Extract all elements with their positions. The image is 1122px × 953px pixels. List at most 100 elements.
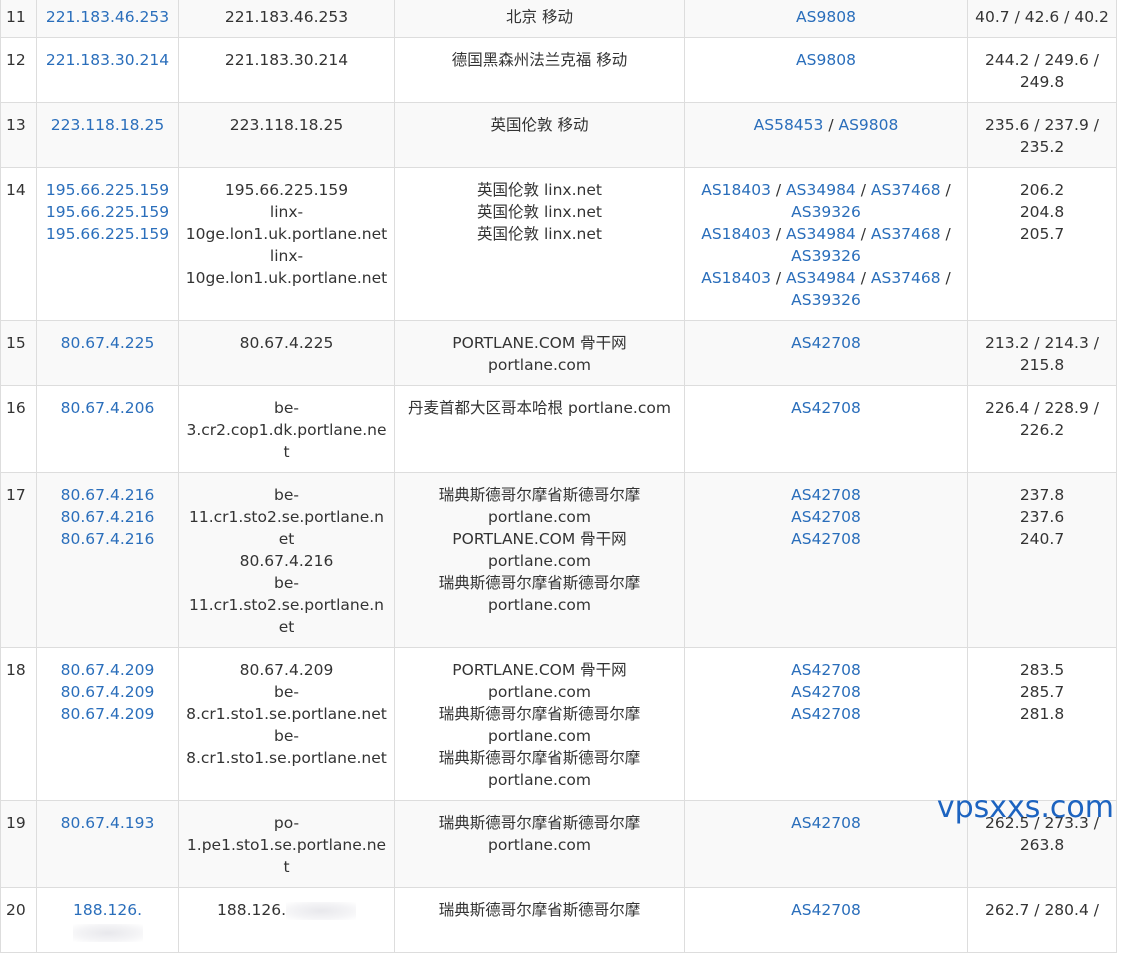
asn-separator: / <box>770 269 787 287</box>
latency-text: 281.8 <box>1019 705 1065 723</box>
location-cell: 德国黑森州法兰克福 移动 <box>394 37 685 103</box>
ip-link[interactable]: 195.66.225.159 <box>43 201 172 223</box>
ip-link[interactable]: 80.67.4.209 <box>43 681 172 703</box>
asn-group: AS42708 <box>691 528 961 550</box>
asn-cell: AS42708 <box>684 320 968 386</box>
ip-link[interactable]: 221.183.46.253 <box>43 6 172 28</box>
latency-cell: 244.2 / 249.6 / 249.8 <box>967 37 1117 103</box>
asn-link[interactable]: AS18403 <box>701 181 771 199</box>
hop-number-cell: 14 <box>0 167 37 321</box>
asn-link[interactable]: AS42708 <box>791 399 861 417</box>
ip-cell: 195.66.225.159 195.66.225.159 195.66.225.1… <box>36 167 179 321</box>
asn-link[interactable]: AS9808 <box>838 116 898 134</box>
asn-link[interactable]: AS42708 <box>791 814 861 832</box>
location-text: 瑞典斯德哥尔摩省斯德哥尔摩 portlane.com <box>438 814 641 854</box>
asn-link[interactable]: AS42708 <box>791 508 861 526</box>
ip-link[interactable]: 80.67.4.225 <box>43 332 172 354</box>
asn-link[interactable]: AS37468 <box>871 269 941 287</box>
hop-number: 17 <box>6 486 26 504</box>
ip-link[interactable]: 80.67.4.216 <box>43 528 172 550</box>
asn-link[interactable]: AS18403 <box>701 225 771 243</box>
location-text: 瑞典斯德哥尔摩省斯德哥尔摩 portlane.com <box>438 749 641 789</box>
location-text: 丹麦首都大区哥本哈根 portlane.com <box>408 399 671 417</box>
asn-link[interactable]: AS39326 <box>791 203 861 221</box>
asn-group: AS42708 <box>691 332 961 354</box>
hostname-text: be-11.cr1.sto2.se.portlane.net <box>189 574 384 636</box>
hop-number-cell: 15 <box>0 320 37 386</box>
ip-cell: 223.118.18.25 <box>36 102 179 168</box>
hostname-cell: 223.118.18.25 <box>178 102 395 168</box>
latency-cell: 235.6 / 237.9 / 235.2 <box>967 102 1117 168</box>
location-cell: 瑞典斯德哥尔摩省斯德哥尔摩 portlane.com PORTLANE.COM 骨… <box>394 472 685 648</box>
location-text: 瑞典斯德哥尔摩省斯德哥尔摩 portlane.com <box>438 705 641 745</box>
asn-link[interactable]: AS42708 <box>791 683 861 701</box>
ip-link[interactable]: 80.67.4.209 <box>43 659 172 681</box>
asn-link[interactable]: AS34984 <box>786 269 856 287</box>
latency-text: 40.7 / 42.6 / 40.2 <box>975 8 1109 26</box>
hop-row: 20 188.126. 188.126. 瑞典斯德哥尔摩省斯德哥尔摩 AS42708 26… <box>0 887 1117 953</box>
latency-text: 226.4 / 228.9 / 226.2 <box>985 399 1099 439</box>
ip-link[interactable]: 80.67.4.209 <box>43 703 172 725</box>
ip-link[interactable]: 188.126. <box>73 901 142 919</box>
asn-group: AS42708 <box>691 812 961 834</box>
ip-cell: 80.67.4.216 80.67.4.216 80.67.4.216 <box>36 472 179 648</box>
hostname-cell: be-3.cr2.cop1.dk.portlane.net <box>178 385 395 473</box>
ip-link[interactable]: 221.183.30.214 <box>43 49 172 71</box>
asn-group: AS42708 <box>691 899 961 921</box>
ip-link[interactable]: 195.66.225.159 <box>43 179 172 201</box>
hop-row: 17 80.67.4.216 80.67.4.216 80.67.4.216 be-11… <box>0 472 1117 648</box>
asn-link[interactable]: AS42708 <box>791 705 861 723</box>
asn-link[interactable]: AS18403 <box>701 269 771 287</box>
asn-link[interactable]: AS34984 <box>786 181 856 199</box>
asn-group: AS42708 <box>691 659 961 681</box>
site-watermark: vpsxxs.com <box>936 790 1114 825</box>
hostname-text: be-8.cr1.sto1.se.portlane.net <box>186 727 387 767</box>
ip-cell: 80.67.4.209 80.67.4.209 80.67.4.209 <box>36 647 179 801</box>
asn-cell: AS18403 / AS34984 / AS37468 / AS39326 AS1… <box>684 167 968 321</box>
asn-link[interactable]: AS9808 <box>796 51 856 69</box>
ip-link[interactable]: 80.67.4.216 <box>43 484 172 506</box>
hop-number: 16 <box>6 399 26 417</box>
location-text: PORTLANE.COM 骨干网 portlane.com <box>452 334 627 374</box>
asn-link[interactable]: AS42708 <box>791 334 861 352</box>
asn-link[interactable]: AS39326 <box>791 247 861 265</box>
asn-link[interactable]: AS34984 <box>786 225 856 243</box>
hostname-text: linx-10ge.lon1.uk.portlane.net <box>185 203 388 243</box>
hostname-cell: 195.66.225.159 linx-10ge.lon1.uk.portlane… <box>178 167 395 321</box>
ip-link[interactable]: 80.67.4.216 <box>43 506 172 528</box>
asn-group: AS42708 <box>691 703 961 725</box>
asn-link[interactable]: AS58453 <box>754 116 824 134</box>
asn-cell: AS9808 <box>684 0 968 38</box>
asn-link[interactable]: AS42708 <box>791 661 861 679</box>
hop-number: 15 <box>6 334 26 352</box>
redaction-blur <box>72 923 143 942</box>
asn-link[interactable]: AS42708 <box>791 901 861 919</box>
hop-number-cell: 19 <box>0 800 37 888</box>
asn-cell: AS9808 <box>684 37 968 103</box>
asn-group: AS42708 <box>691 681 961 703</box>
hop-number-cell: 18 <box>0 647 37 801</box>
ip-cell: 188.126. <box>36 887 179 953</box>
asn-link[interactable]: AS37468 <box>871 181 941 199</box>
ip-link[interactable]: 195.66.225.159 <box>43 223 172 245</box>
asn-group: AS9808 <box>691 6 961 28</box>
hop-number: 11 <box>6 8 26 26</box>
location-cell: PORTLANE.COM 骨干网 portlane.com <box>394 320 685 386</box>
latency-text: 237.6 <box>1019 508 1065 526</box>
ip-link[interactable]: 223.118.18.25 <box>43 114 172 136</box>
hostname-text: 221.183.30.214 <box>224 51 349 69</box>
ip-link[interactable]: 80.67.4.206 <box>43 397 172 419</box>
hop-row: 13 223.118.18.25 223.118.18.25 英国伦敦 移动 AS584… <box>0 102 1117 168</box>
asn-cell: AS42708 <box>684 385 968 473</box>
asn-link[interactable]: AS9808 <box>796 8 856 26</box>
location-text: 瑞典斯德哥尔摩省斯德哥尔摩 <box>438 901 641 919</box>
asn-cell: AS42708 <box>684 800 968 888</box>
asn-link[interactable]: AS42708 <box>791 486 861 504</box>
ip-link[interactable]: 80.67.4.193 <box>43 812 172 834</box>
asn-link[interactable]: AS42708 <box>791 530 861 548</box>
hostname-cell: be-11.cr1.sto2.se.portlane.net 80.67.4.21… <box>178 472 395 648</box>
asn-link[interactable]: AS39326 <box>791 291 861 309</box>
asn-group: AS58453 / AS9808 <box>691 114 961 136</box>
asn-link[interactable]: AS37468 <box>871 225 941 243</box>
latency-cell: 206.2 204.8 205.7 <box>967 167 1117 321</box>
